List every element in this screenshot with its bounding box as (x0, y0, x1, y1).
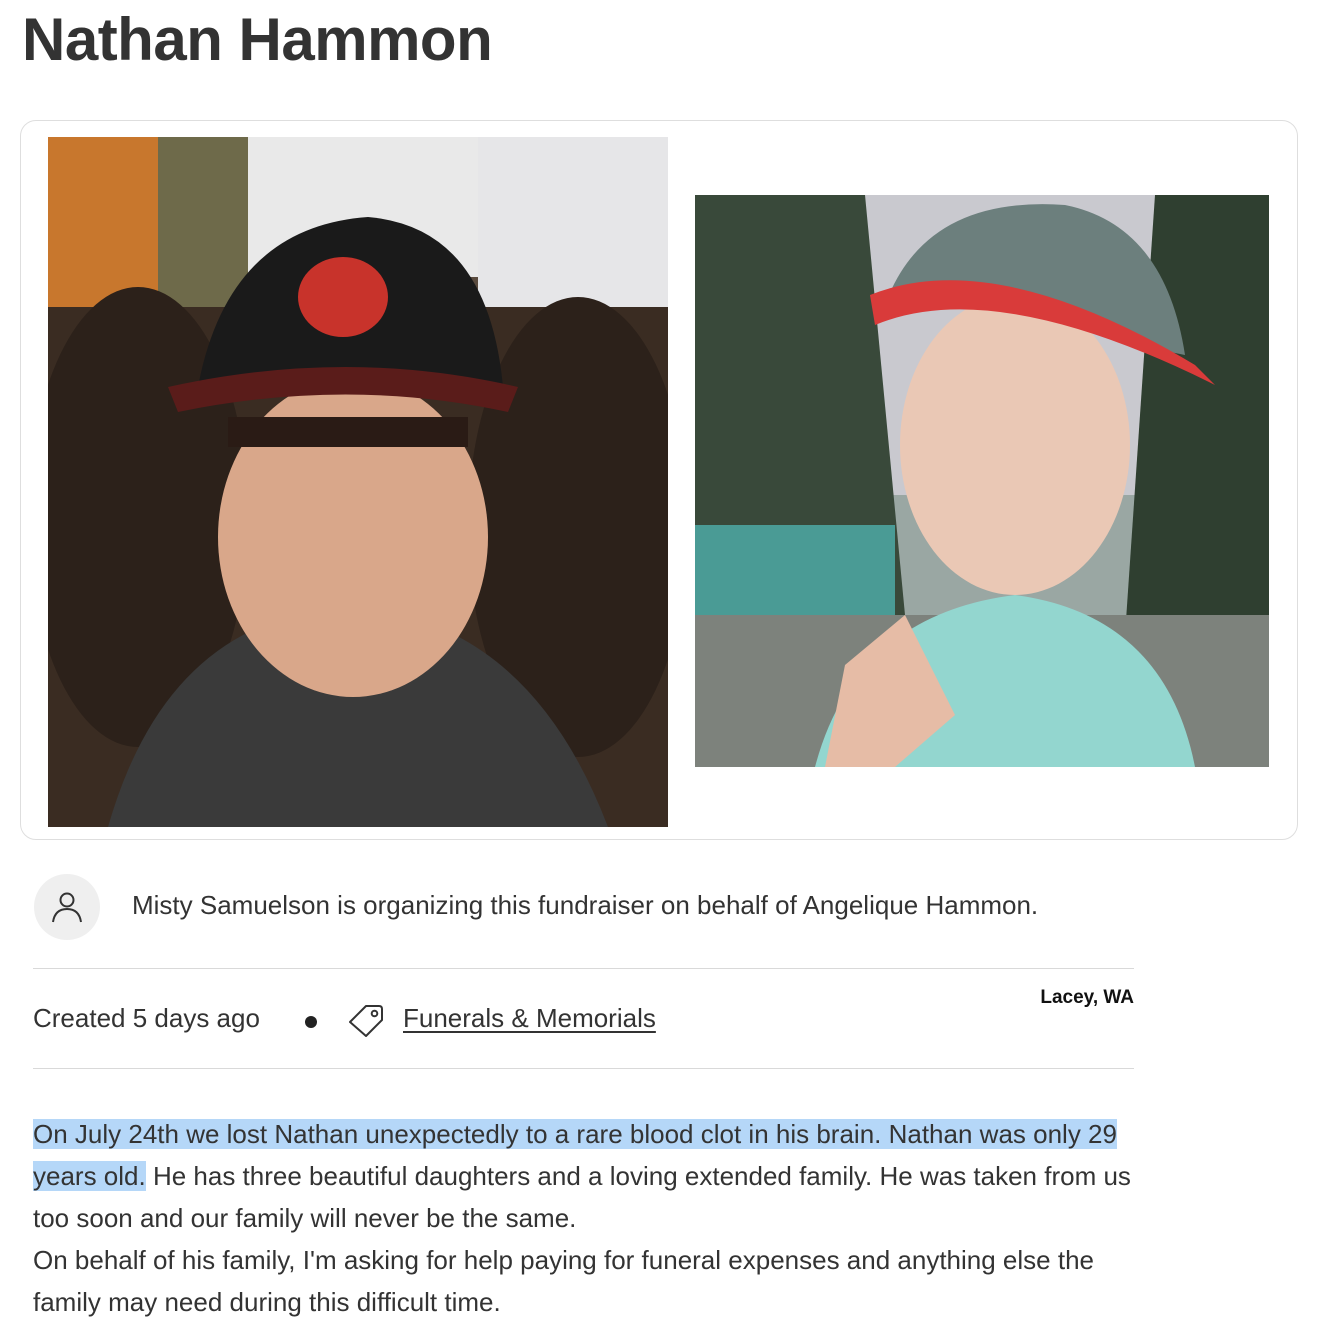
organizer-row: Misty Samuelson is organizing this fundr… (34, 874, 1134, 940)
story-text: He has three beautiful daughters and a l… (33, 1161, 1131, 1233)
avatar (34, 874, 100, 940)
campaign-story: On July 24th we lost Nathan unexpectedly… (33, 1113, 1143, 1323)
story-paragraph-2: On behalf of his family, I'm asking for … (33, 1245, 1094, 1317)
divider (33, 1068, 1134, 1069)
tag-icon (349, 1005, 383, 1037)
user-icon (52, 892, 82, 923)
photo-2-image (695, 195, 1269, 767)
location-label: Lacey, WA (1040, 987, 1134, 1008)
campaign-meta: Created 5 days ago Funerals & Memorials … (33, 987, 1134, 1040)
organizer-text: Misty Samuelson is organizing this fundr… (132, 890, 1039, 920)
story-paragraph-1: On July 24th we lost Nathan unexpectedly… (33, 1113, 1143, 1239)
page-title: Nathan Hammon (22, 6, 493, 73)
divider (33, 968, 1134, 969)
separator-dot (305, 1016, 317, 1028)
campaign-photo-1 (48, 137, 668, 827)
photo-1-image (48, 137, 668, 827)
category-link[interactable]: Funerals & Memorials (403, 1003, 656, 1034)
campaign-media-card (20, 120, 1298, 840)
campaign-photo-2 (695, 195, 1269, 767)
created-date: Created 5 days ago (33, 1003, 260, 1033)
